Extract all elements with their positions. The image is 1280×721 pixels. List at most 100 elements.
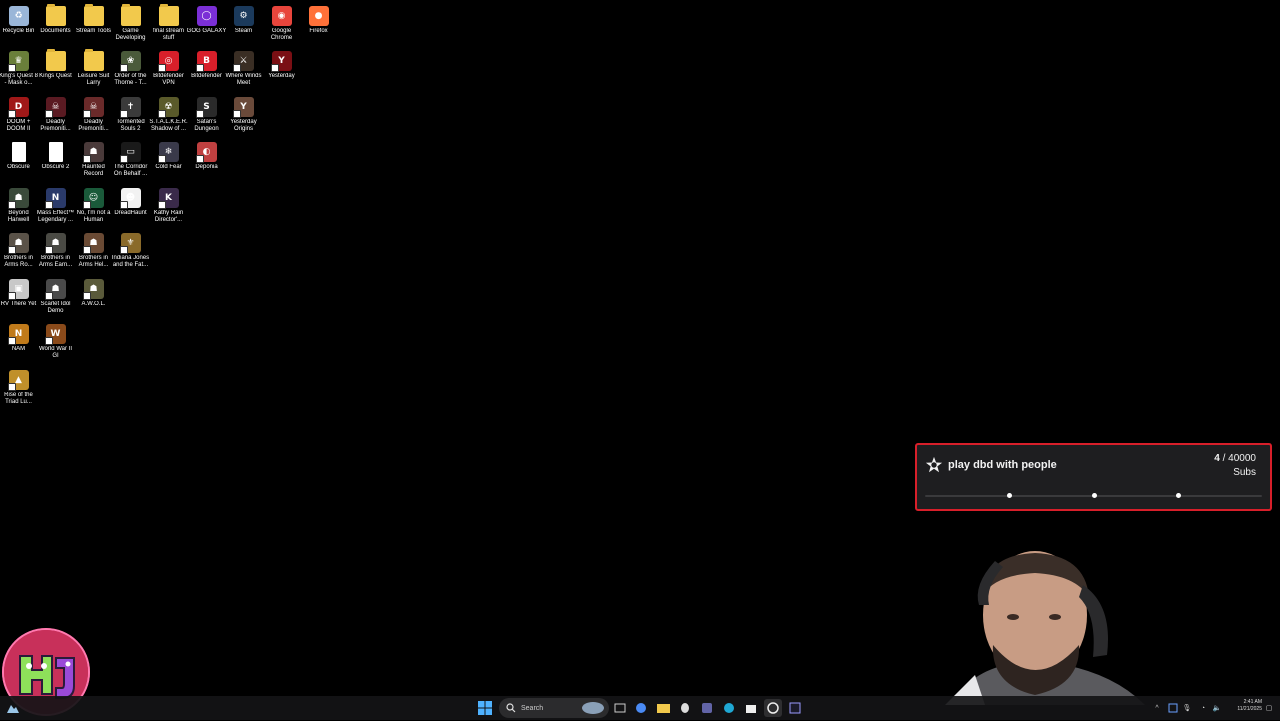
app-icon: B — [197, 51, 217, 71]
start-button[interactable] — [476, 699, 494, 717]
folder-icon — [159, 6, 179, 26]
app-icon: D — [9, 97, 29, 117]
desktop-icon[interactable]: ☻DreadHaunt — [112, 185, 149, 229]
desktop-icon-label: Firefox — [299, 28, 339, 35]
goal-count: 4 / 40000 — [1214, 453, 1256, 464]
desktop-icon[interactable]: ❄Cold Fear — [150, 139, 187, 183]
app-icon: ♛ — [9, 51, 29, 71]
desktop-icon[interactable]: ▭The Corridor On Behalf ... — [112, 139, 149, 183]
desktop-icon[interactable]: ▲Rise of the Triad Lu... — [0, 367, 37, 411]
task-view-icon[interactable] — [611, 699, 629, 717]
desktop-icon[interactable]: Kings Quest — [37, 48, 74, 92]
desktop-icon[interactable]: ☗Scarlet Idol Demo — [37, 276, 74, 320]
desktop-icon[interactable]: ☗Brothers in Arms Ro... — [0, 230, 37, 274]
desktop-icon[interactable]: ☠Deadly Premoniti... — [37, 94, 74, 138]
file-icon — [12, 142, 26, 162]
desktop-icon[interactable]: ☗A.W.O.L. — [75, 276, 112, 320]
windows-icon — [478, 701, 492, 715]
edge-icon[interactable] — [720, 699, 738, 717]
desktop-icon[interactable]: ☠Deadly Premoniti... — [75, 94, 112, 138]
desktop-icon[interactable]: WWorld War II GI — [37, 321, 74, 365]
app-icon: ☢ — [159, 97, 179, 117]
desktop-icon[interactable]: KKathy Rain Director'... — [150, 185, 187, 229]
subscriber-goal-widget: play dbd with people 4 / 40000 Subs — [915, 443, 1272, 511]
shortcut-arrow-icon — [233, 64, 241, 72]
goal-progress-bar — [925, 495, 1262, 497]
desktop-icon[interactable]: ☗Brothers in Arms Earn... — [37, 230, 74, 274]
desktop-icon-label: Deadly Premoniti... — [74, 119, 114, 133]
clock[interactable]: 2:41 AM11/21/2025 — [1237, 699, 1262, 713]
desktop-icon[interactable]: DDOOM + DOOM II — [0, 94, 37, 138]
shortcut-arrow-icon — [120, 155, 128, 163]
desktop-icon[interactable]: ⚔ Where Winds Meet — [225, 48, 262, 92]
desktop-icon[interactable]: ●Firefox — [300, 3, 337, 47]
desktop-icon[interactable]: NMass Effect™ Legendary ... — [37, 185, 74, 229]
desktop-icon[interactable]: ▣RV There Yet — [0, 276, 37, 320]
desktop-icon[interactable]: ⚜Indiana Jones and the Fat... — [112, 230, 149, 274]
shortcut-arrow-icon — [45, 110, 53, 118]
desktop-icon[interactable]: YYesterday — [263, 48, 300, 92]
alienware-icon[interactable] — [676, 699, 694, 717]
desktop-icon-grid: ♻Recycle BinDocumentsStream ToolsGame De… — [0, 0, 300, 410]
shortcut-arrow-icon — [196, 155, 204, 163]
notification-icon[interactable]: ▢ — [1260, 699, 1278, 717]
desktop-icon-label: Brothers in Arms Ro... — [0, 255, 39, 269]
app-icon[interactable] — [786, 699, 804, 717]
app-icon: K — [159, 188, 179, 208]
desktop-icon[interactable]: ☗Beyond Hanwell — [0, 185, 37, 229]
desktop-icon[interactable]: ◐Deponia — [188, 139, 225, 183]
desktop-icon[interactable]: ◎Bitdefender VPN — [150, 48, 187, 92]
desktop-icon[interactable]: NNAM — [0, 321, 37, 365]
desktop-icon-label: King's Quest 8 - Mask o... — [0, 73, 39, 87]
desktop-icon-label: GOG GALAXY — [187, 28, 227, 35]
desktop-icon[interactable]: ⚙Steam — [225, 3, 262, 47]
desktop-icon[interactable]: ✝Tormented Souls 2 — [112, 94, 149, 138]
app-icon: ☗ — [84, 279, 104, 299]
app-icon: ☗ — [9, 188, 29, 208]
desktop-icon[interactable]: ☺No, I'm not a Human — [75, 185, 112, 229]
desktop-icon-label: Obscure — [0, 164, 39, 171]
app-icon: ⚔ — [234, 51, 254, 71]
desktop-icon[interactable]: ◯GOG GALAXY — [188, 3, 225, 47]
widgets-icon[interactable] — [4, 699, 22, 717]
desktop-icon[interactable]: ☢S.T.A.L.K.E.R. Shadow of ... — [150, 94, 187, 138]
app-icon: ❄ — [159, 142, 179, 162]
desktop-icon[interactable]: ♛ King's Quest 8 - Mask o... — [0, 48, 37, 92]
desktop-icon-label: Documents — [36, 28, 76, 35]
copilot-icon[interactable] — [632, 699, 650, 717]
desktop-icon-label: Order of the Thorne - T... — [111, 73, 151, 87]
desktop-icon-label: Where Winds Meet — [224, 73, 264, 87]
desktop-icon[interactable]: Obscure — [0, 139, 37, 183]
volume-icon[interactable]: 🔈 — [1208, 699, 1226, 717]
desktop-icon[interactable]: Obscure 2 — [37, 139, 74, 183]
desktop-icon[interactable]: Stream Tools — [75, 3, 112, 47]
desktop-icon[interactable]: Game Developing — [112, 3, 149, 47]
goal-milestone-dot — [1176, 493, 1181, 498]
desktop-icon[interactable]: ◉Google Chrome — [263, 3, 300, 47]
goal-title: play dbd with people — [948, 459, 1057, 471]
desktop-icon[interactable]: final stream stuff — [150, 3, 187, 47]
desktop-icon[interactable]: BBitdefender — [188, 48, 225, 92]
shortcut-arrow-icon — [45, 337, 53, 345]
file-explorer-icon[interactable] — [654, 699, 672, 717]
store-icon[interactable] — [742, 699, 760, 717]
shortcut-arrow-icon — [8, 246, 16, 254]
shortcut-arrow-icon — [271, 64, 279, 72]
search-placeholder: Search — [521, 705, 543, 712]
app-icon: ☻ — [121, 188, 141, 208]
taskbar-search[interactable]: Search — [499, 698, 609, 718]
desktop-icon[interactable]: Leisure Suit Larry — [75, 48, 112, 92]
desktop-icon[interactable]: Documents — [37, 3, 74, 47]
desktop-icon[interactable]: YYesterday Origins — [225, 94, 262, 138]
shortcut-arrow-icon — [120, 110, 128, 118]
desktop-icon[interactable]: SSatan's Dungeon — [188, 94, 225, 138]
desktop-icon[interactable]: ☗Haunted Record — [75, 139, 112, 183]
desktop-icon[interactable]: ❀Order of the Thorne - T... — [112, 48, 149, 92]
system-tray: ^ 🎙 ◔ 🔈 2:41 AM11/21/2025 ▢ — [1140, 696, 1280, 720]
teams-icon[interactable] — [698, 699, 716, 717]
desktop-icon[interactable]: ☗Brothers in Arms Hel... — [75, 230, 112, 274]
shortcut-arrow-icon — [158, 201, 166, 209]
desktop-icon[interactable]: ♻Recycle Bin — [0, 3, 37, 47]
obs-icon[interactable] — [764, 699, 782, 717]
goal-total: / 40000 — [1220, 453, 1256, 464]
